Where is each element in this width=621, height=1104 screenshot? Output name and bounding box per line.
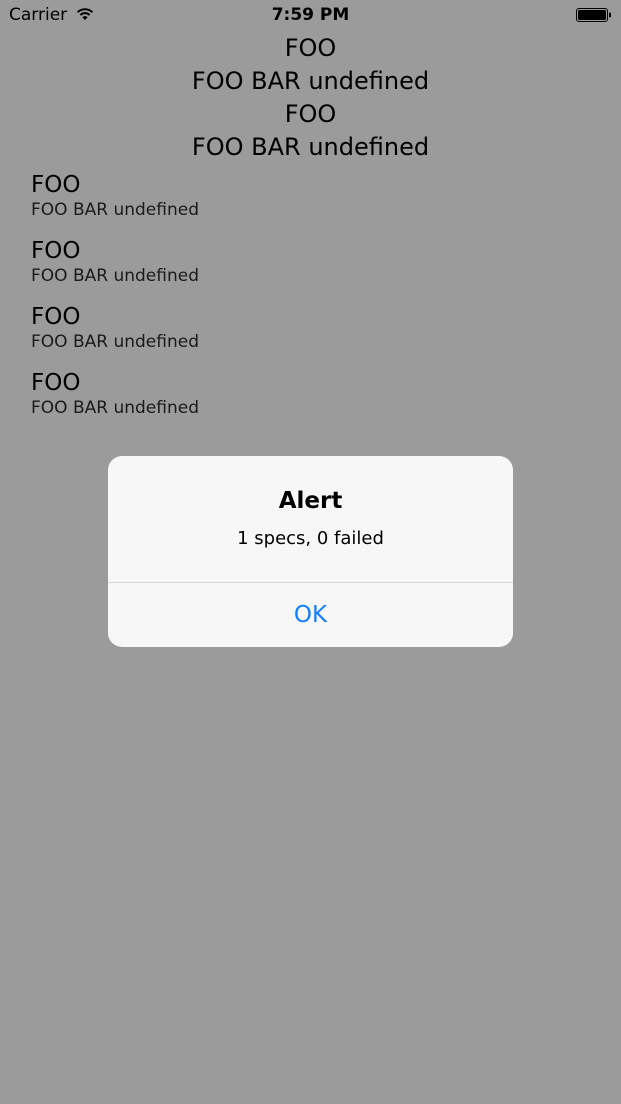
item-list: FOO FOO BAR undefined FOO FOO BAR undefi…: [31, 170, 199, 434]
list-item-title: FOO: [31, 370, 81, 396]
list-item-subtitle: FOO BAR undefined: [31, 266, 199, 286]
list-item: FOO FOO BAR undefined: [31, 236, 199, 302]
centered-subheading: FOO BAR undefined: [191, 133, 430, 161]
list-item-subtitle: FOO BAR undefined: [31, 398, 199, 418]
alert-content: Alert 1 specs, 0 failed: [108, 456, 513, 582]
list-item-title: FOO: [31, 304, 81, 330]
ok-button[interactable]: OK: [108, 583, 513, 647]
list-item: FOO FOO BAR undefined: [31, 170, 199, 236]
list-item-title: FOO: [31, 172, 81, 198]
status-time: 7:59 PM: [271, 5, 350, 25]
alert-message: 1 specs, 0 failed: [237, 528, 384, 549]
centered-heading: FOO: [284, 34, 337, 62]
status-bar: Carrier 7:59 PM: [0, 0, 621, 32]
list-item-subtitle: FOO BAR undefined: [31, 200, 199, 220]
list-item-title: FOO: [31, 238, 81, 264]
battery-icon: [576, 8, 611, 22]
centered-text-block: FOO FOO BAR undefined FOO FOO BAR undefi…: [0, 32, 621, 164]
alert-title: Alert: [278, 488, 343, 514]
list-item: FOO FOO BAR undefined: [31, 368, 199, 434]
centered-heading: FOO: [284, 100, 337, 128]
list-item: FOO FOO BAR undefined: [31, 302, 199, 368]
list-item-subtitle: FOO BAR undefined: [31, 332, 199, 352]
alert-dialog: Alert 1 specs, 0 failed OK: [108, 456, 513, 647]
centered-subheading: FOO BAR undefined: [191, 67, 430, 95]
